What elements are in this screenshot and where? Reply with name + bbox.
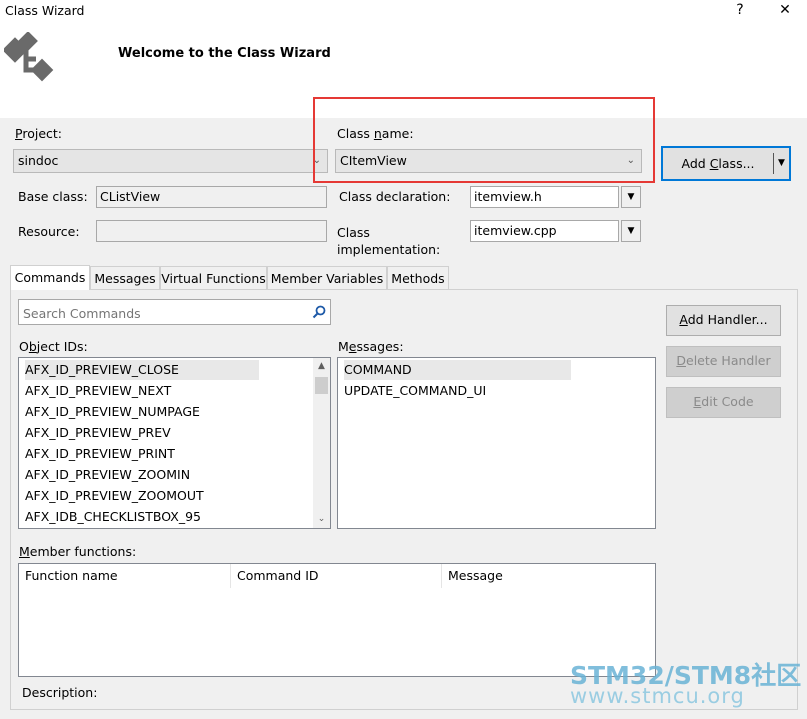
welcome-heading: Welcome to the Class Wizard (118, 46, 331, 61)
add-class-button[interactable]: Add Class... ▼ (661, 146, 791, 181)
class-wizard-logo-icon (4, 32, 54, 82)
edit-code-button[interactable]: Edit Code (666, 387, 781, 418)
tab-member-variables[interactable]: Member Variables (267, 266, 387, 290)
resource-label: Resource: (18, 224, 80, 239)
search-icon[interactable] (312, 305, 326, 319)
highlight-box (313, 97, 655, 183)
class-declaration-field[interactable]: itemview.h (470, 186, 619, 208)
add-class-label: Add Class... (681, 156, 755, 171)
messages-label: Messages: (338, 339, 404, 354)
add-handler-button[interactable]: Add Handler... (666, 305, 781, 336)
list-item[interactable]: UPDATE_COMMAND_UI (344, 381, 486, 401)
add-class-dropdown-icon[interactable]: ▼ (774, 148, 789, 179)
watermark-url: www.stmcu.org (570, 684, 745, 708)
tab-virtual-functions[interactable]: Virtual Functions (160, 266, 267, 290)
list-item[interactable]: COMMAND (344, 360, 571, 380)
resource-field (96, 220, 327, 242)
class-implementation-field[interactable]: itemview.cpp (470, 220, 619, 242)
list-item[interactable]: AFX_ID_PREVIEW_PREV (25, 423, 171, 443)
close-button[interactable]: ✕ (765, 0, 805, 22)
object-ids-scrollbar[interactable]: ▲ ⌄ (313, 358, 330, 528)
list-item[interactable]: AFX_ID_PREVIEW_NUMPAGE (25, 402, 200, 422)
description-label: Description: (22, 685, 98, 700)
scroll-up-icon[interactable]: ▲ (313, 358, 330, 375)
list-item[interactable]: AFX_ID_PREVIEW_PRINT (25, 444, 175, 464)
class-declaration-label: Class declaration: (339, 189, 451, 204)
list-item[interactable]: AFX_ID_PREVIEW_NEXT (25, 381, 171, 401)
list-item[interactable]: AFX_ID_PREVIEW_ZOOMIN (25, 465, 190, 485)
base-class-label: Base class: (18, 189, 88, 204)
column-header-function-name[interactable]: Function name (19, 564, 231, 588)
class-implementation-label: Class implementation: (337, 225, 441, 257)
tab-commands[interactable]: Commands (10, 265, 90, 290)
member-functions-table[interactable]: Function name Command ID Message (18, 563, 656, 677)
scroll-thumb[interactable] (315, 377, 328, 394)
search-input[interactable] (21, 302, 305, 324)
column-header-message[interactable]: Message (442, 564, 654, 588)
messages-list[interactable]: COMMAND UPDATE_COMMAND_UI (337, 357, 656, 529)
project-value: sindoc (18, 153, 59, 168)
list-item[interactable]: AFX_ID_PREVIEW_ZOOMOUT (25, 486, 204, 506)
help-button[interactable]: ? (720, 0, 760, 22)
delete-handler-button[interactable]: Delete Handler (666, 346, 781, 377)
tab-methods[interactable]: Methods (387, 266, 449, 290)
scroll-down-icon[interactable]: ⌄ (313, 511, 330, 528)
list-item[interactable]: AFX_IDB_CHECKLISTBOX_95 (25, 507, 201, 527)
object-ids-label: Object IDs: (19, 339, 88, 354)
project-combo[interactable]: sindoc ⌄ (13, 149, 328, 173)
tab-messages[interactable]: Messages (90, 266, 160, 290)
search-box[interactable] (18, 299, 331, 325)
class-implementation-dropdown-icon[interactable]: ▼ (621, 220, 641, 242)
project-label: Project: (15, 126, 62, 141)
object-ids-list[interactable]: AFX_ID_PREVIEW_CLOSE AFX_ID_PREVIEW_NEXT… (18, 357, 331, 529)
base-class-field: CListView (96, 186, 327, 208)
list-item[interactable]: AFX_ID_PREVIEW_CLOSE (25, 360, 259, 380)
column-header-command-id[interactable]: Command ID (231, 564, 442, 588)
class-declaration-dropdown-icon[interactable]: ▼ (621, 186, 641, 208)
window-title: Class Wizard (5, 3, 85, 18)
member-functions-label: Member functions: (19, 544, 137, 559)
